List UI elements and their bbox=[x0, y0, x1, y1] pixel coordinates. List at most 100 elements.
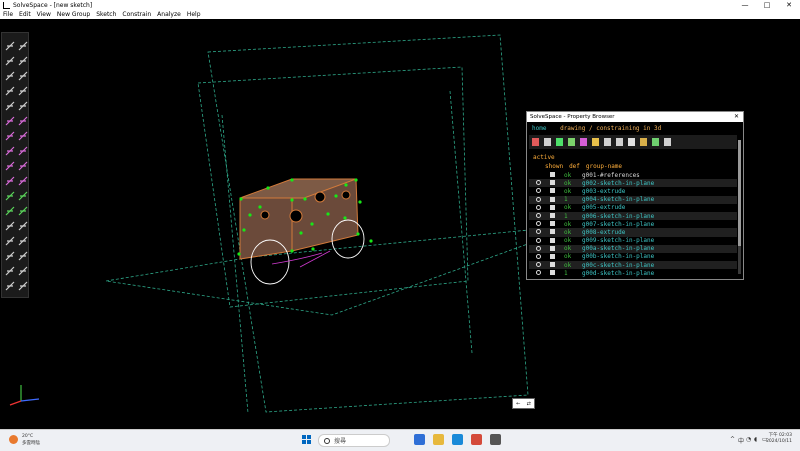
menu-view[interactable]: View bbox=[34, 11, 54, 18]
chevron-up-icon[interactable]: ^ bbox=[730, 436, 735, 443]
default-checkbox[interactable] bbox=[550, 180, 555, 186]
menu-help[interactable]: Help bbox=[184, 11, 204, 18]
shown-toggle[interactable] bbox=[536, 270, 541, 276]
table-row[interactable]: ok g003-extrude bbox=[529, 187, 737, 195]
ontop-icon[interactable] bbox=[5, 171, 15, 186]
start-button[interactable] bbox=[302, 435, 312, 445]
menu-new-group[interactable]: New Group bbox=[54, 11, 93, 18]
text-icon[interactable] bbox=[5, 66, 15, 81]
shown-toggle[interactable] bbox=[536, 229, 541, 235]
arc-icon[interactable] bbox=[18, 51, 28, 66]
view-mini-widget[interactable]: ← ⇄ bbox=[512, 398, 535, 409]
part-solid[interactable] bbox=[239, 178, 359, 260]
line-icon[interactable] bbox=[5, 36, 15, 51]
parallel-icon[interactable] bbox=[5, 156, 15, 171]
show-triangles-icon[interactable] bbox=[652, 138, 659, 146]
default-checkbox[interactable] bbox=[550, 229, 555, 235]
group-name[interactable]: g004-sketch-in-plane bbox=[582, 196, 654, 203]
mini-left-icon[interactable]: ← bbox=[516, 401, 520, 407]
maximize-button[interactable]: □ bbox=[756, 0, 778, 10]
nearest-ortho-icon[interactable] bbox=[5, 201, 15, 216]
edge-icon[interactable] bbox=[452, 434, 463, 445]
trim-icon[interactable] bbox=[18, 111, 28, 126]
show-edges-icon[interactable] bbox=[592, 138, 599, 146]
default-checkbox[interactable] bbox=[550, 188, 555, 194]
table-row[interactable]: ok g00a-sketch-in-plane bbox=[529, 244, 737, 253]
default-checkbox[interactable] bbox=[550, 172, 555, 177]
mini-right-icon[interactable]: ⇄ bbox=[527, 401, 531, 407]
table-row[interactable]: 1 g006-sketch-in-plane bbox=[529, 211, 737, 221]
rectangle-icon[interactable] bbox=[18, 36, 28, 51]
language-icon[interactable]: 中 bbox=[738, 436, 744, 445]
table-row[interactable]: ok g009-sketch-in-plane bbox=[529, 237, 737, 245]
menu-analyze[interactable]: Analyze bbox=[154, 11, 184, 18]
show-axes-icon[interactable] bbox=[664, 138, 671, 146]
helix-icon[interactable] bbox=[18, 231, 28, 246]
section-icon[interactable] bbox=[18, 276, 28, 291]
table-row[interactable]: ok g001-#references bbox=[529, 171, 737, 179]
group-name[interactable]: g00c-sketch-in-plane bbox=[582, 262, 654, 269]
group-name[interactable]: g003-extrude bbox=[582, 188, 625, 195]
table-row[interactable]: ok g008-extrude bbox=[529, 228, 737, 237]
symmetric-icon[interactable] bbox=[5, 186, 15, 201]
close-button[interactable]: ✕ bbox=[778, 0, 800, 10]
shown-toggle[interactable] bbox=[536, 212, 541, 218]
default-checkbox[interactable] bbox=[550, 221, 555, 227]
lathe-icon[interactable] bbox=[18, 216, 28, 231]
show-shaded-icon[interactable] bbox=[640, 138, 647, 146]
group-name[interactable]: g00a-sketch-in-plane bbox=[582, 245, 654, 252]
chrome-icon[interactable] bbox=[471, 434, 482, 445]
shown-toggle[interactable] bbox=[536, 180, 541, 186]
table-row[interactable]: ok g00b-sketch-in-plane bbox=[529, 253, 737, 261]
menu-constrain[interactable]: Constrain bbox=[119, 11, 154, 18]
split-icon[interactable] bbox=[5, 111, 15, 126]
circle-icon[interactable] bbox=[5, 51, 15, 66]
show-hidden-icon[interactable] bbox=[628, 138, 635, 146]
default-checkbox[interactable] bbox=[550, 270, 555, 276]
property-browser-close-button[interactable]: ✕ bbox=[734, 113, 739, 120]
file-explorer-icon[interactable] bbox=[433, 434, 444, 445]
shown-toggle[interactable] bbox=[536, 262, 541, 268]
table-row[interactable]: ok g002-sketch-in-plane bbox=[529, 179, 737, 188]
shown-toggle[interactable] bbox=[536, 237, 541, 243]
extrude-icon[interactable] bbox=[5, 216, 15, 231]
default-checkbox[interactable] bbox=[550, 262, 555, 268]
assemble-icon[interactable] bbox=[5, 276, 15, 291]
taskbar-search[interactable]: 搜尋 bbox=[318, 434, 390, 447]
shown-toggle[interactable] bbox=[536, 196, 541, 202]
show-outlines-icon[interactable] bbox=[604, 138, 611, 146]
shown-toggle[interactable] bbox=[536, 188, 541, 194]
show-normals-icon[interactable] bbox=[544, 138, 551, 146]
system-clock[interactable]: 下午 02:03 2024/10/11 bbox=[766, 433, 792, 445]
revolve-icon[interactable] bbox=[5, 231, 15, 246]
distance-icon[interactable] bbox=[5, 126, 15, 141]
default-checkbox[interactable] bbox=[550, 245, 555, 251]
reference-icon[interactable] bbox=[18, 186, 28, 201]
horizontal-icon[interactable] bbox=[5, 141, 15, 156]
volume-icon[interactable]: ◖ bbox=[754, 436, 757, 443]
perpendicular-icon[interactable] bbox=[18, 156, 28, 171]
shown-toggle[interactable] bbox=[536, 204, 541, 210]
menu-sketch[interactable]: Sketch bbox=[93, 11, 119, 18]
table-row[interactable]: 1 g004-sketch-in-plane bbox=[529, 195, 737, 204]
group-name[interactable]: g002-sketch-in-plane bbox=[582, 180, 654, 187]
group-name[interactable]: g007-sketch-in-plane bbox=[582, 221, 654, 228]
group-name[interactable]: g00d-sketch-in-plane bbox=[582, 270, 654, 277]
menu-edit[interactable]: Edit bbox=[16, 11, 34, 18]
group-name[interactable]: g006-sketch-in-plane bbox=[582, 213, 654, 220]
default-checkbox[interactable] bbox=[550, 237, 555, 243]
show-workplanes-icon[interactable] bbox=[532, 138, 539, 146]
default-checkbox[interactable] bbox=[550, 253, 555, 259]
default-checkbox[interactable] bbox=[550, 204, 555, 210]
image-icon[interactable] bbox=[18, 66, 28, 81]
group-name[interactable]: g005-extrude bbox=[582, 204, 625, 211]
weather-widget[interactable]: 20°C 多雲時陰 bbox=[6, 434, 46, 448]
workplane-icon[interactable] bbox=[5, 261, 15, 276]
table-row[interactable]: ok g00c-sketch-in-plane bbox=[529, 261, 737, 270]
show-constraints-icon[interactable] bbox=[568, 138, 575, 146]
group-name[interactable]: g008-extrude bbox=[582, 229, 625, 236]
step-rotate-icon[interactable] bbox=[18, 246, 28, 261]
wifi-icon[interactable]: ◔ bbox=[746, 436, 751, 443]
link-icon[interactable] bbox=[18, 261, 28, 276]
nearest-iso-icon[interactable] bbox=[18, 201, 28, 216]
